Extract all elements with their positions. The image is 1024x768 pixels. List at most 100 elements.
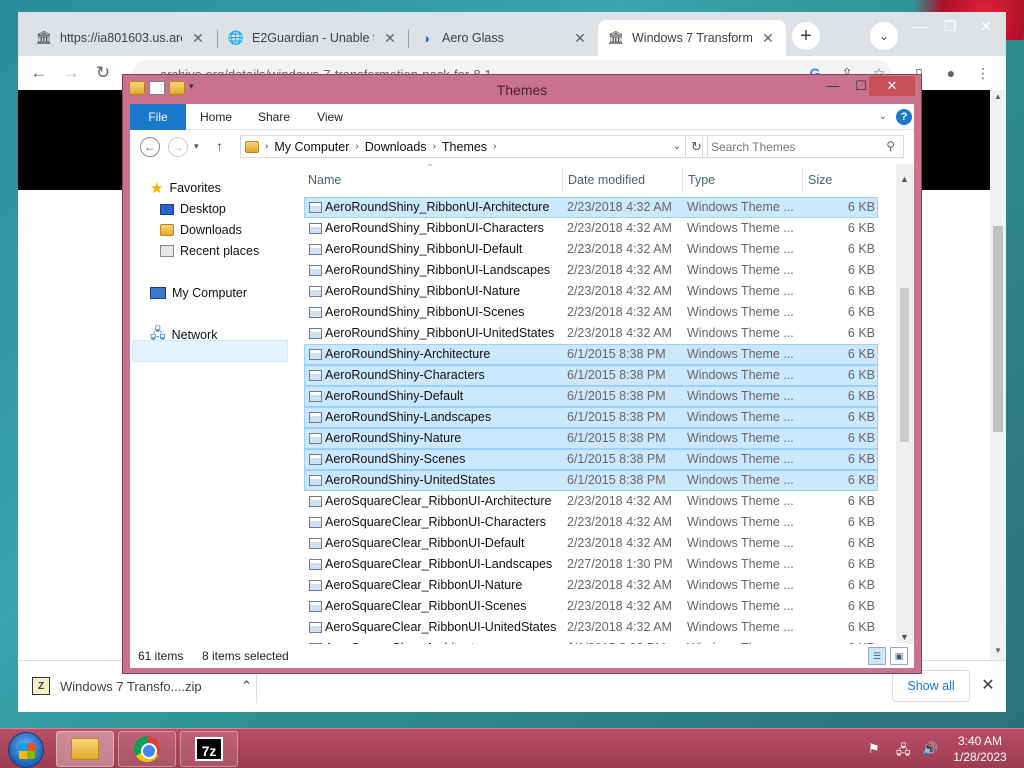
file-row[interactable]: AeroRoundShiny-Characters 6/1/2015 8:38 P… <box>304 365 878 386</box>
tab-search-button[interactable]: ⌄ <box>870 22 898 50</box>
file-list-scrollbar[interactable]: ▲ ▼ <box>896 164 913 646</box>
close-tab-icon[interactable]: ✕ <box>572 30 588 47</box>
close-tab-icon[interactable]: ✕ <box>760 30 776 47</box>
tab-archive-file[interactable]: 🏛 https://ia801603.us.archive ✕ <box>26 20 216 56</box>
tab-aero-glass[interactable]: ◑ Aero Glass ✕ <box>408 20 598 56</box>
file-list-scroll-thumb[interactable] <box>900 288 909 442</box>
file-row[interactable]: AeroSquareClear_RibbonUI-Default 2/23/201… <box>304 533 878 554</box>
minimize-icon[interactable]: — <box>906 16 934 36</box>
file-row[interactable]: AeroSquareClear_RibbonUI-Scenes 2/23/2018… <box>304 596 878 617</box>
profile-avatar-icon[interactable]: ● <box>940 62 962 84</box>
column-name[interactable]: Name <box>308 168 341 192</box>
address-dropdown-icon[interactable]: ⌄ <box>673 141 681 152</box>
action-center-flag-icon[interactable]: ⚑ <box>868 741 880 757</box>
chevron-right-icon[interactable]: › <box>355 141 358 152</box>
column-separator[interactable] <box>562 168 563 192</box>
file-row[interactable]: AeroRoundShiny_RibbonUI-Landscapes 2/23/2… <box>304 260 878 281</box>
tab-share[interactable]: Share <box>254 104 294 130</box>
tab-file[interactable]: File <box>130 104 186 130</box>
taskbar-file-explorer[interactable] <box>56 731 114 767</box>
file-row[interactable]: AeroRoundShiny-Landscapes 6/1/2015 8:38 P… <box>304 407 878 428</box>
explorer-titlebar[interactable]: ▾ Themes — ☐ ✕ <box>123 75 921 105</box>
taskbar-7zip[interactable]: 7z <box>180 731 238 767</box>
scroll-down-icon[interactable]: ▼ <box>896 632 913 642</box>
network-tray-icon[interactable]: 🖧 <box>896 741 911 763</box>
close-icon[interactable]: ✕ <box>869 76 915 96</box>
scroll-down-icon[interactable]: ▼ <box>990 646 1006 655</box>
up-arrow-icon[interactable]: ↑ <box>216 138 223 154</box>
tab-strip: 🏛 https://ia801603.us.archive ✕ 🌐 E2Guar… <box>18 12 1006 56</box>
system-clock[interactable]: 3:40 AM 1/28/2023 <box>948 733 1012 765</box>
address-box[interactable]: › My Computer › Downloads › Themes › ⌄ <box>240 135 686 158</box>
page-scrollbar[interactable]: ▲ ▼ <box>990 90 1006 660</box>
chevron-right-icon[interactable]: › <box>265 141 268 152</box>
taskbar-chrome[interactable] <box>118 731 176 767</box>
file-row[interactable]: AeroRoundShiny_RibbonUI-Characters 2/23/2… <box>304 218 878 239</box>
file-row[interactable]: AeroSquareClear_RibbonUI-Architecture 2/2… <box>304 491 878 512</box>
column-date-modified[interactable]: Date modified <box>568 168 645 192</box>
volume-icon[interactable]: 🔊 <box>922 741 938 757</box>
restore-icon[interactable]: ❐ <box>936 16 964 36</box>
nav-downloads[interactable]: Downloads <box>160 220 242 240</box>
file-row[interactable]: AeroSquareClear_RibbonUI-Landscapes 2/27/… <box>304 554 878 575</box>
minimize-icon[interactable]: — <box>819 76 847 96</box>
details-view-icon[interactable]: ☰ <box>868 647 886 665</box>
file-row[interactable]: AeroRoundShiny-Scenes 6/1/2015 8:38 PM Win… <box>304 449 878 470</box>
file-size: 6 KB <box>847 242 875 256</box>
file-row[interactable]: AeroRoundShiny-Default 6/1/2015 8:38 PM Wi… <box>304 386 878 407</box>
reload-icon[interactable]: ↻ <box>92 62 114 84</box>
nav-my-computer[interactable]: My Computer <box>150 283 247 303</box>
large-icons-view-icon[interactable]: ▣ <box>890 647 908 665</box>
file-row[interactable]: AeroRoundShiny-UnitedStates 6/1/2015 8:38… <box>304 470 878 491</box>
file-row[interactable]: AeroSquareClear_RibbonUI-Characters 2/23/… <box>304 512 878 533</box>
show-all-button[interactable]: Show all <box>892 670 970 702</box>
chevron-right-icon[interactable]: › <box>433 141 436 152</box>
tab-e2guardian[interactable]: 🌐 E2Guardian - Unable to ✕ <box>218 20 408 56</box>
forward-arrow-icon[interactable]: → <box>60 62 82 84</box>
scroll-up-icon[interactable]: ▲ <box>896 174 913 184</box>
file-row[interactable]: AeroRoundShiny_RibbonUI-Scenes 2/23/2018 … <box>304 302 878 323</box>
file-row[interactable]: AeroSquareClear_RibbonUI-Nature 2/23/2018… <box>304 575 878 596</box>
tab-windows7-transformation[interactable]: 🏛 Windows 7 Transformation ✕ <box>598 20 786 56</box>
search-input[interactable]: Search Themes ⚲ <box>702 135 904 158</box>
menu-kebab-icon[interactable]: ⋮ <box>972 62 994 84</box>
file-row[interactable]: AeroRoundShiny_RibbonUI-Default 2/23/2018… <box>304 239 878 260</box>
forward-arrow-icon[interactable]: → <box>168 137 188 157</box>
tab-view[interactable]: View <box>310 104 350 130</box>
file-row[interactable]: AeroRoundShiny-Architecture 6/1/2015 8:38… <box>304 344 878 365</box>
close-icon[interactable]: ✕ <box>972 16 1000 36</box>
start-button[interactable] <box>8 732 44 768</box>
download-item[interactable]: Z Windows 7 Transfo....zip ⌃ <box>32 673 252 699</box>
chevron-up-icon[interactable]: ⌃ <box>241 678 252 694</box>
file-row[interactable]: AeroSquareClear_RibbonUI-UnitedStates 2/2… <box>304 617 878 638</box>
tab-home[interactable]: Home <box>196 104 236 130</box>
expand-ribbon-icon[interactable]: ⌄ <box>876 104 890 130</box>
chevron-right-icon[interactable]: › <box>493 141 496 152</box>
file-row[interactable]: AeroRoundShiny_RibbonUI-Nature 2/23/2018 … <box>304 281 878 302</box>
close-tab-icon[interactable]: ✕ <box>190 30 206 47</box>
nav-favorites[interactable]: ★ Favorites <box>150 178 221 198</box>
breadcrumb-downloads[interactable]: Downloads <box>365 140 427 154</box>
page-scroll-thumb[interactable] <box>993 226 1003 432</box>
back-arrow-icon[interactable]: ← <box>28 62 50 84</box>
file-row[interactable]: AeroRoundShiny_RibbonUI-Architecture 2/23… <box>304 197 878 218</box>
nav-recent-places[interactable]: Recent places <box>160 241 259 261</box>
column-type[interactable]: Type <box>688 168 715 192</box>
breadcrumb-my-computer[interactable]: My Computer <box>274 140 349 154</box>
breadcrumb-themes[interactable]: Themes <box>442 140 487 154</box>
tab-title: Aero Glass <box>442 31 504 45</box>
new-tab-button[interactable]: + <box>792 22 820 50</box>
close-tab-icon[interactable]: ✕ <box>382 30 398 47</box>
nav-desktop[interactable]: Desktop <box>160 199 226 219</box>
nav-network[interactable]: 🖧 Network <box>150 325 217 345</box>
file-row[interactable]: AeroRoundShiny_RibbonUI-UnitedStates 2/23… <box>304 323 878 344</box>
back-arrow-icon[interactable]: ← <box>140 137 160 157</box>
close-download-shelf-icon[interactable]: ✕ <box>978 675 998 695</box>
column-size[interactable]: Size <box>808 168 832 192</box>
recent-locations-icon[interactable]: ▾ <box>194 141 199 152</box>
column-separator[interactable] <box>682 168 683 192</box>
scroll-up-icon[interactable]: ▲ <box>990 92 1006 101</box>
column-separator[interactable] <box>802 168 803 192</box>
file-row[interactable]: AeroRoundShiny-Nature 6/1/2015 8:38 PM Win… <box>304 428 878 449</box>
help-icon[interactable]: ? <box>896 109 912 125</box>
